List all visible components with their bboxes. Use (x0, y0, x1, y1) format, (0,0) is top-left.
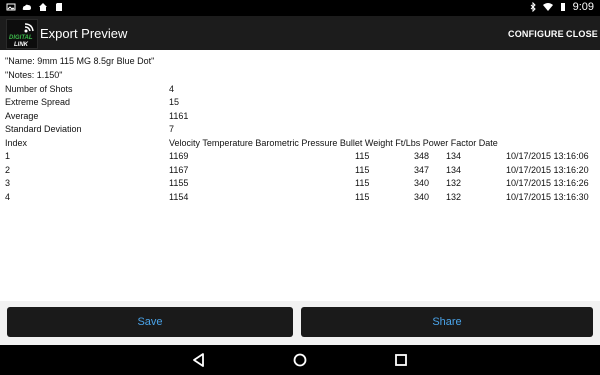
status-icons-right: 9:09 (528, 1, 594, 13)
row-power-factor: 134 (446, 165, 462, 175)
battery-icon (560, 3, 565, 11)
sd-card-icon (56, 3, 62, 11)
table-header: Velocity Temperature Barometric Pressure… (169, 138, 498, 148)
row-index: 2 (5, 165, 11, 175)
row-bullet-weight: 115 (355, 192, 370, 202)
row-velocity: 1155 (169, 178, 189, 188)
stat-label-shots: Number of Shots (5, 84, 73, 94)
row-index: 4 (5, 192, 11, 202)
row-ftlbs: 340 (414, 192, 430, 202)
row-ftlbs: 340 (414, 178, 430, 188)
home-icon[interactable] (292, 352, 308, 368)
stat-value-shots: 4 (169, 84, 175, 94)
stat-label-average: Average (5, 111, 39, 121)
svg-text:DIGITAL: DIGITAL (9, 35, 33, 41)
configure-button[interactable]: CONFIGURE (508, 29, 564, 39)
export-preview-content: "Name: 9mm 115 MG 8.5gr Blue Dot" "Notes… (0, 50, 600, 301)
cloud-icon (22, 4, 31, 10)
navigation-bar (0, 345, 600, 375)
row-power-factor: 132 (446, 178, 462, 188)
row-bullet-weight: 115 (355, 151, 370, 161)
stat-label-stddev: Standard Deviation (5, 124, 82, 134)
row-power-factor: 134 (446, 151, 462, 161)
home-icon (39, 3, 47, 11)
row-date: 10/17/2015 13:16:06 (506, 151, 589, 161)
row-bullet-weight: 115 (355, 165, 370, 175)
wifi-icon (542, 3, 553, 11)
table-index-header: Index (5, 138, 28, 148)
row-date: 10/17/2015 13:16:30 (506, 192, 589, 202)
row-index: 1 (5, 151, 11, 161)
svg-text:LINK: LINK (14, 42, 29, 48)
stat-value-stddev: 7 (169, 124, 175, 134)
row-date: 10/17/2015 13:16:26 (506, 178, 589, 188)
row-index: 3 (5, 178, 11, 188)
row-bullet-weight: 115 (355, 178, 370, 188)
status-icons-left (6, 2, 64, 12)
save-button[interactable]: Save (7, 307, 293, 337)
name-line: "Name: 9mm 115 MG 8.5gr Blue Dot" (5, 56, 155, 66)
app-logo: DIGITAL LINK (6, 19, 38, 49)
close-button[interactable]: CLOSE (566, 29, 598, 39)
share-button[interactable]: Share (301, 307, 593, 337)
back-icon[interactable] (191, 352, 207, 368)
stat-value-spread: 15 (169, 97, 180, 107)
recents-icon[interactable] (393, 352, 409, 368)
row-power-factor: 132 (446, 192, 462, 202)
bottom-button-bar: Save Share (0, 301, 600, 345)
row-velocity: 1169 (169, 151, 189, 161)
row-ftlbs: 347 (414, 165, 430, 175)
save-button-label: Save (137, 316, 163, 328)
status-time: 9:09 (572, 1, 594, 13)
bluetooth-icon (530, 2, 536, 12)
row-velocity: 1167 (169, 165, 189, 175)
page-title: Export Preview (40, 26, 128, 41)
share-button-label: Share (432, 316, 462, 328)
digital-link-logo-icon: DIGITAL LINK (9, 23, 34, 48)
row-ftlbs: 348 (414, 151, 430, 161)
row-date: 10/17/2015 13:16:20 (506, 165, 589, 175)
notes-line: "Notes: 1.150" (5, 70, 63, 80)
app-bar: DIGITAL LINK Export Preview CONFIGURE CL… (0, 16, 600, 50)
status-bar: 9:09 (0, 0, 600, 16)
stat-label-spread: Extreme Spread (5, 97, 71, 107)
stat-value-average: 1161 (169, 111, 189, 121)
image-icon (6, 3, 16, 11)
row-velocity: 1154 (169, 192, 189, 202)
